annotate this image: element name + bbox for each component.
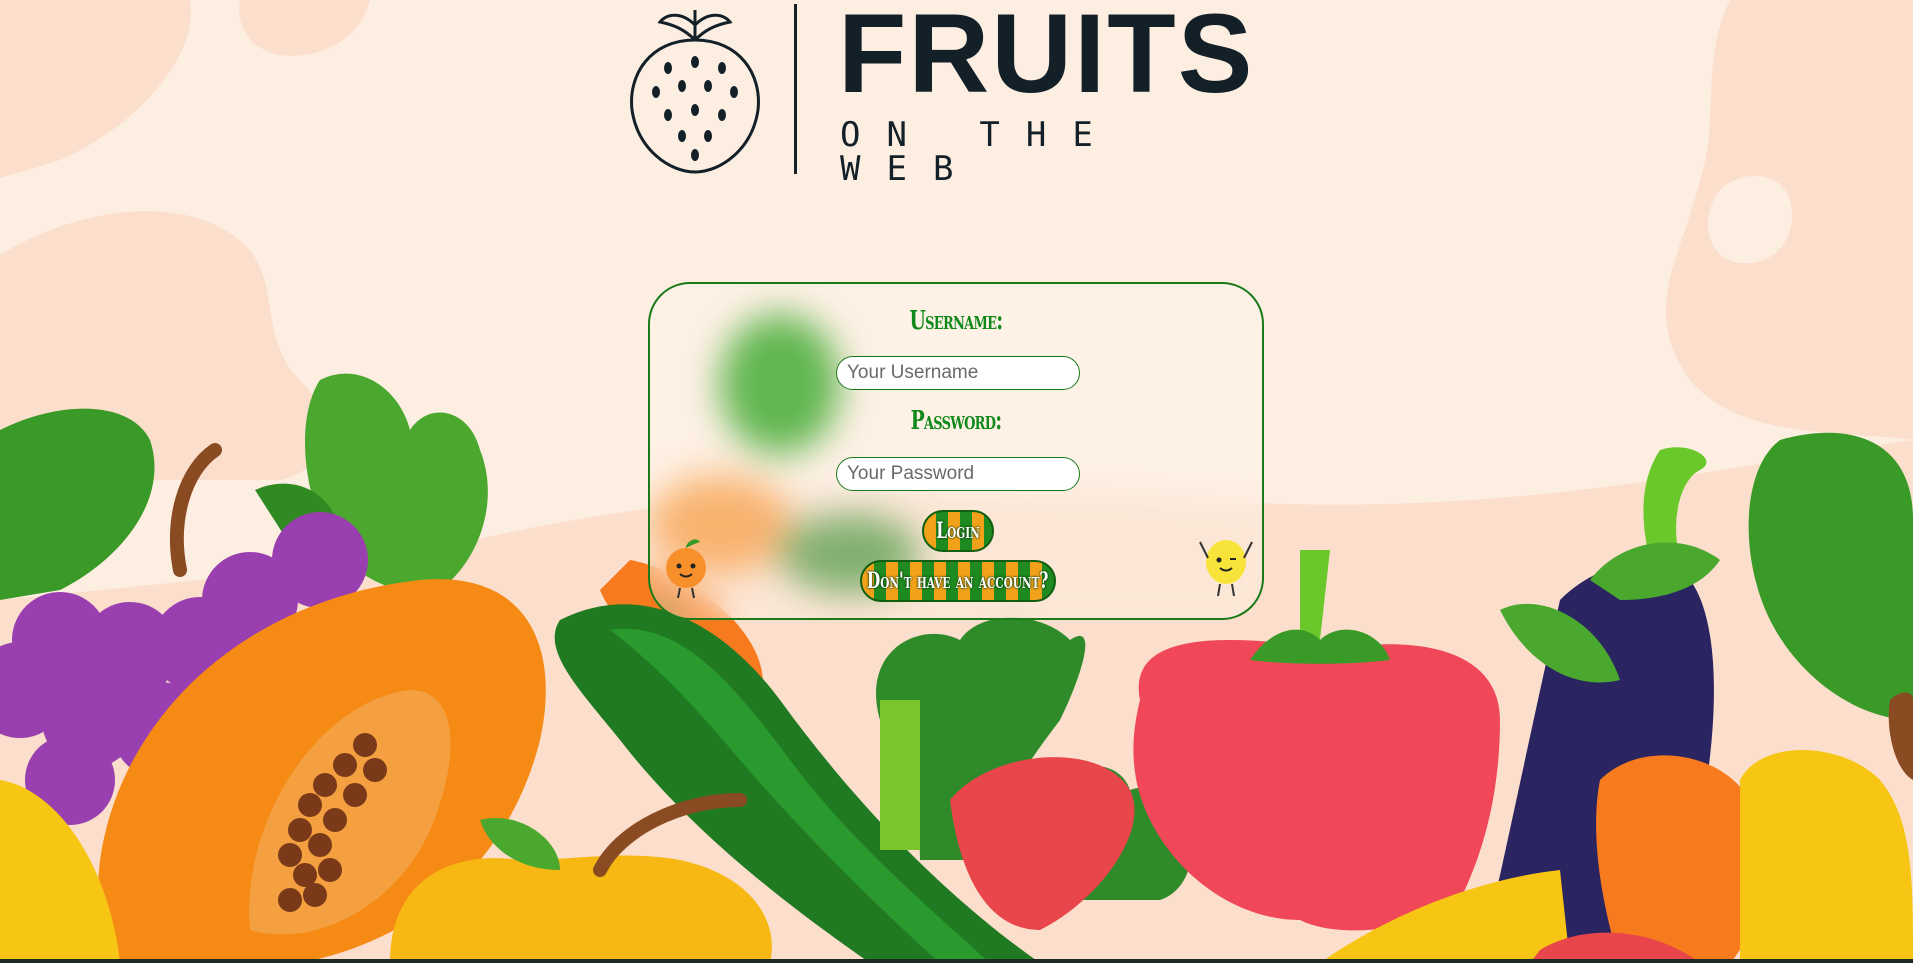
username-label: Username: (909, 306, 1004, 336)
orange-mascot-icon (666, 539, 706, 599)
logo-subtitle: ON THE WEB (840, 115, 1119, 189)
bottom-edge-bar (0, 959, 1913, 963)
lemon-mascot-icon (1199, 540, 1253, 597)
login-button-label: Login (936, 518, 980, 544)
password-label: Password: (910, 406, 1003, 436)
login-button[interactable]: Login (922, 510, 994, 552)
signup-button-label: Don't have an account? (867, 568, 1049, 594)
fruits-on-the-web-logo: FRUITS ON THE WEB (620, 0, 1290, 186)
strawberry-icon (630, 10, 760, 174)
signup-link-button[interactable]: Don't have an account? (860, 560, 1056, 602)
login-form: Username: Password: Login Don't have an … (648, 282, 1264, 620)
logo-title: FRUITS (838, 0, 1255, 116)
logo-divider (794, 4, 797, 174)
username-input[interactable] (836, 356, 1080, 390)
password-input[interactable] (836, 457, 1080, 491)
